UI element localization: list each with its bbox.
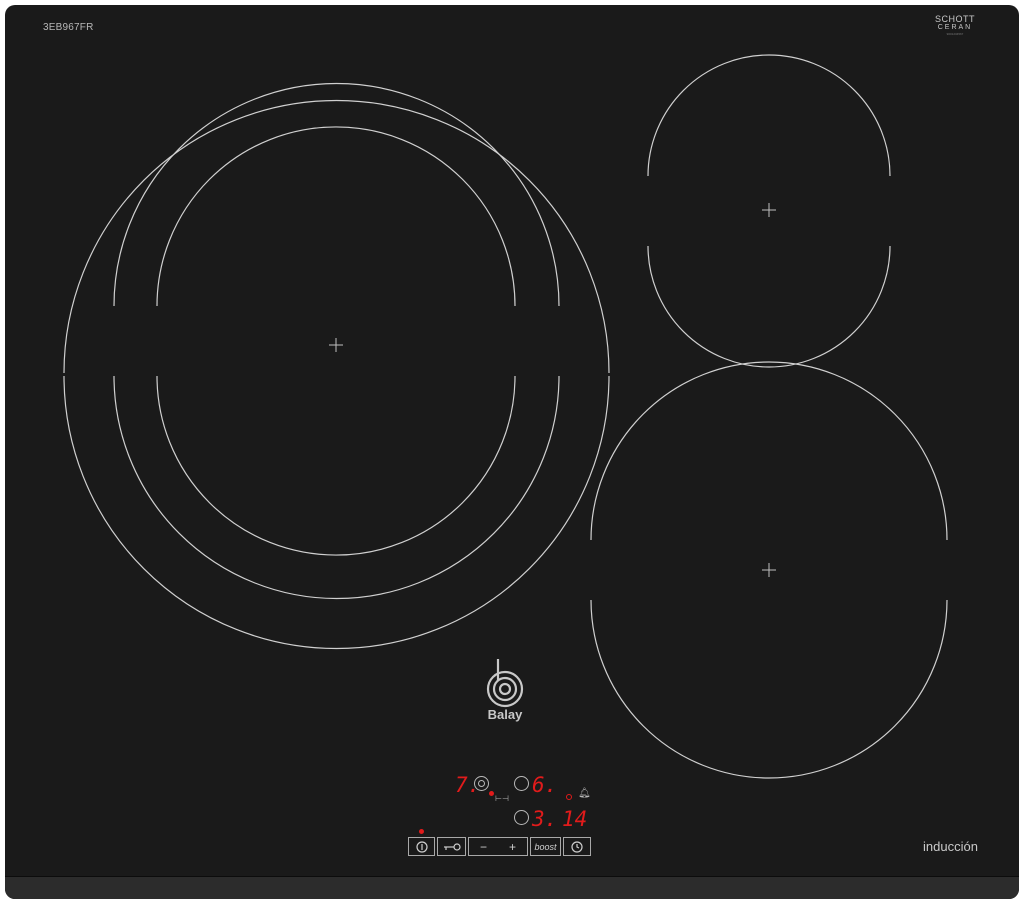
clock-icon xyxy=(571,840,583,853)
brand-name: Balay xyxy=(487,707,523,722)
key-lock-icon xyxy=(443,842,461,851)
zone-select-bottom-button[interactable] xyxy=(514,810,529,825)
zone-right-level-display: 6. xyxy=(532,773,558,797)
timer-zone-indicator xyxy=(566,794,572,800)
zone-combine-icon: ⊢⊣ xyxy=(495,794,509,803)
bell-icon: 🔔︎ xyxy=(578,788,591,799)
induction-cooktop: 3EB967FR SCHOTT CERAN 9001234567 Balay 7… xyxy=(5,5,1019,899)
model-number: 3EB967FR xyxy=(43,22,94,33)
minus-button[interactable]: − xyxy=(480,840,487,854)
brand-logo: Balay xyxy=(470,657,540,735)
zone-active-indicator xyxy=(489,791,494,796)
boost-button[interactable]: boost xyxy=(530,837,561,856)
induction-label: inducción xyxy=(923,839,978,854)
cooking-zones xyxy=(63,54,948,779)
glass-brand-logo: SCHOTT CERAN 9001234567 xyxy=(935,15,975,37)
zone-center-mark xyxy=(762,203,776,217)
power-icon xyxy=(415,840,428,853)
level-stepper: − + xyxy=(468,837,528,856)
glass-brand-line2: CERAN xyxy=(937,24,973,31)
timer-button[interactable] xyxy=(563,837,591,856)
timer-display: 14 xyxy=(562,807,588,831)
power-button[interactable] xyxy=(408,837,435,856)
balay-spiral-icon xyxy=(486,659,524,708)
glass-brand-line1: SCHOTT xyxy=(935,14,975,24)
zone-bottom-level-display: 3. xyxy=(532,807,558,831)
front-edge xyxy=(5,876,1019,899)
child-lock-button[interactable] xyxy=(437,837,466,856)
power-indicator xyxy=(419,829,424,834)
zone-active-ring-icon xyxy=(478,780,485,787)
cooking-zone-large[interactable] xyxy=(63,82,610,650)
plus-button[interactable]: + xyxy=(509,840,516,854)
glass-brand-small: 9001234567 xyxy=(946,32,964,36)
control-bar: − + boost xyxy=(408,837,593,856)
zone-center-mark xyxy=(329,338,343,352)
zone-center-mark xyxy=(762,563,776,577)
zone-select-right-button[interactable] xyxy=(514,776,529,791)
